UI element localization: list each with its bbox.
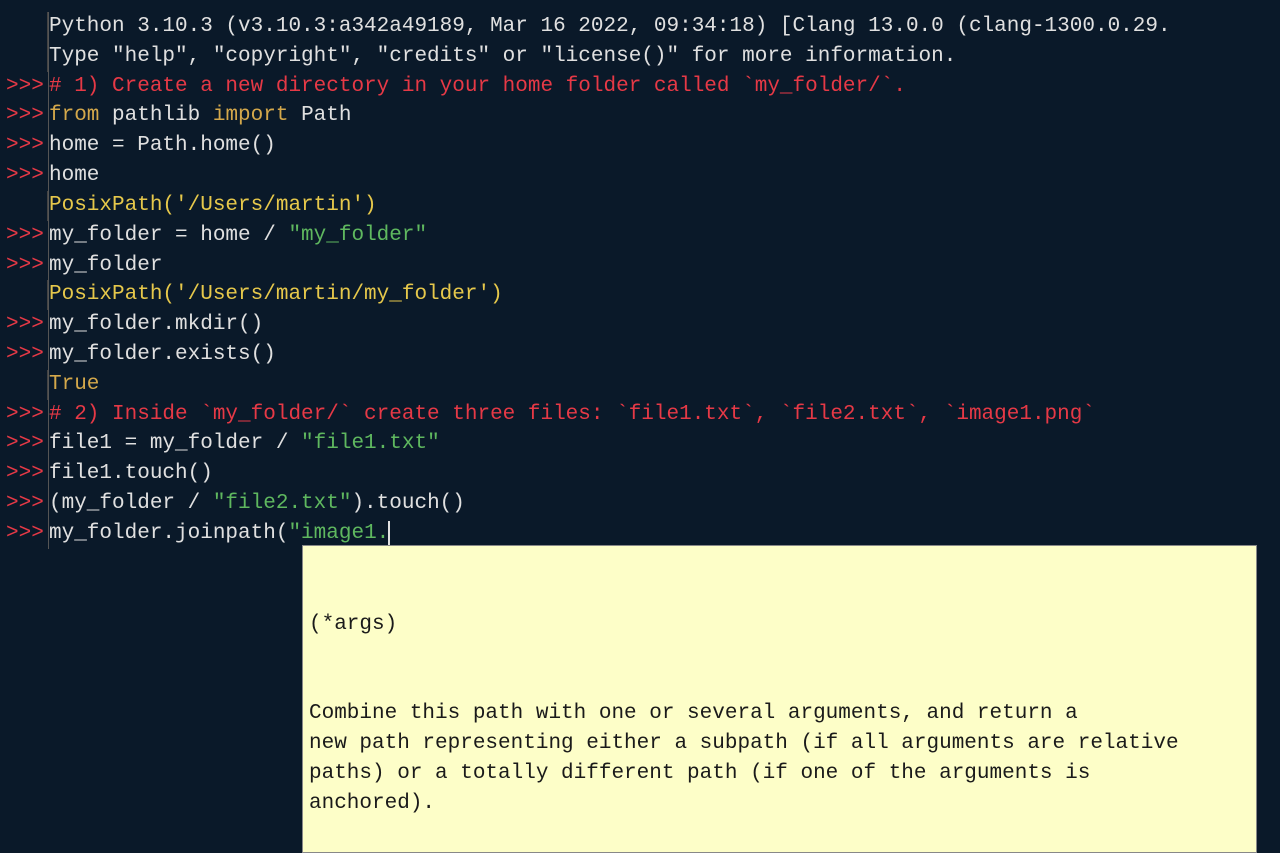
repl-prompt: >>> bbox=[0, 429, 48, 459]
repl-prompt: >>> bbox=[0, 72, 48, 102]
repl-prompt: >>> bbox=[0, 131, 48, 161]
repl-prompt: >>> bbox=[0, 459, 48, 489]
calltip-tooltip: (*args) Combine this path with one or se… bbox=[302, 545, 1257, 853]
python-banner-line2: Type "help", "copyright", "credits" or "… bbox=[48, 42, 956, 72]
calltip-signature: (*args) bbox=[309, 610, 1250, 640]
calltip-doc: Combine this path with one or several ar… bbox=[309, 699, 1250, 818]
repl-prompt: >>> bbox=[0, 400, 48, 430]
cursor-icon bbox=[388, 521, 390, 545]
code-line: my_folder.mkdir() bbox=[48, 310, 263, 340]
repl-prompt: >>> bbox=[0, 101, 48, 131]
repl-output: True bbox=[48, 370, 99, 400]
repl-prompt: >>> bbox=[0, 221, 48, 251]
code-import: from pathlib import Path bbox=[48, 101, 351, 131]
code-line: my_folder bbox=[48, 251, 162, 281]
repl-prompt: >>> bbox=[0, 161, 48, 191]
comment-step2: # 2) Inside `my_folder/` create three fi… bbox=[48, 400, 1095, 430]
terminal-output[interactable]: Python 3.10.3 (v3.10.3:a342a49189, Mar 1… bbox=[0, 0, 1280, 549]
code-line: my_folder.exists() bbox=[48, 340, 276, 370]
repl-output: PosixPath('/Users/martin/my_folder') bbox=[48, 280, 503, 310]
repl-prompt: >>> bbox=[0, 489, 48, 519]
repl-prompt: >>> bbox=[0, 310, 48, 340]
repl-prompt: >>> bbox=[0, 519, 48, 549]
code-line: home = Path.home() bbox=[48, 131, 276, 161]
repl-output: PosixPath('/Users/martin') bbox=[48, 191, 377, 221]
code-line: file1 = my_folder / "file1.txt" bbox=[48, 429, 440, 459]
repl-prompt: >>> bbox=[0, 251, 48, 281]
code-line: home bbox=[48, 161, 99, 191]
repl-prompt: >>> bbox=[0, 340, 48, 370]
code-line: file1.touch() bbox=[48, 459, 213, 489]
code-line: (my_folder / "file2.txt").touch() bbox=[48, 489, 465, 519]
python-banner-line1: Python 3.10.3 (v3.10.3:a342a49189, Mar 1… bbox=[48, 12, 1171, 42]
code-line: my_folder = home / "my_folder" bbox=[48, 221, 427, 251]
comment-step1: # 1) Create a new directory in your home… bbox=[48, 72, 906, 102]
